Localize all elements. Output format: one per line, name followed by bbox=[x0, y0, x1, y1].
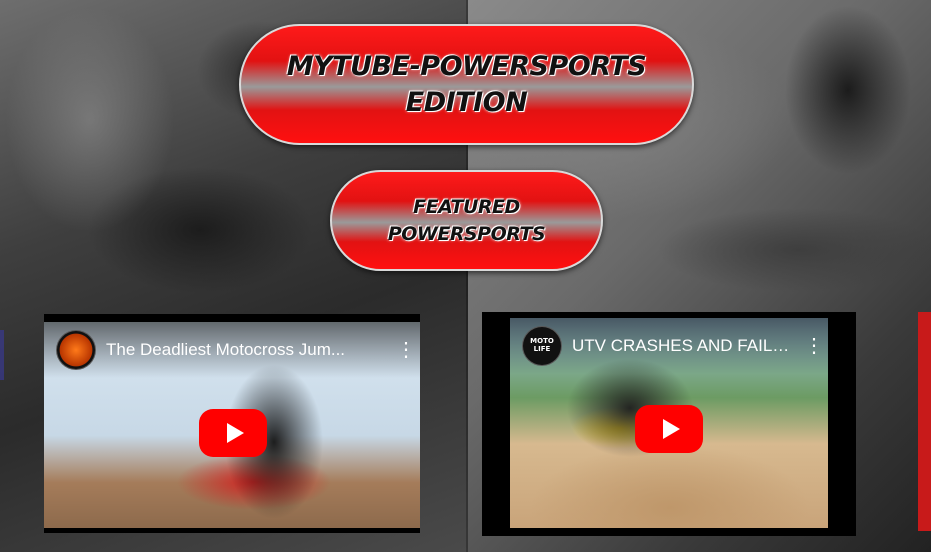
video-embed-3-partial[interactable] bbox=[918, 312, 931, 531]
more-vert-icon[interactable]: ⋮ bbox=[804, 336, 824, 356]
video-embed-1[interactable]: The Deadliest Motocross Jum... ⋮ bbox=[44, 314, 420, 533]
more-vert-icon[interactable]: ⋮ bbox=[396, 340, 416, 360]
channel-avatar[interactable]: MOTO LIFE bbox=[522, 326, 562, 366]
video-header: MOTO LIFE UTV CRASHES AND FAILS 20... ⋮ bbox=[510, 318, 828, 374]
video-embed-2[interactable]: MOTO LIFE UTV CRASHES AND FAILS 20... ⋮ bbox=[482, 312, 856, 536]
video-title[interactable]: UTV CRASHES AND FAILS 20... bbox=[572, 336, 794, 356]
youtube-play-icon[interactable] bbox=[199, 409, 267, 457]
video-title[interactable]: The Deadliest Motocross Jum... bbox=[106, 340, 386, 360]
channel-avatar[interactable] bbox=[56, 330, 96, 370]
video-header: The Deadliest Motocross Jum... ⋮ bbox=[44, 322, 420, 378]
video-thumbnail[interactable]: MOTO LIFE UTV CRASHES AND FAILS 20... ⋮ bbox=[510, 318, 828, 528]
site-title-banner: MYTUBE-POWERSPORTS EDITION bbox=[239, 24, 694, 145]
site-title: MYTUBE-POWERSPORTS EDITION bbox=[286, 51, 647, 118]
featured-section-banner: FEATURED POWERSPORTS bbox=[330, 170, 603, 271]
youtube-play-icon[interactable] bbox=[635, 405, 703, 453]
video-thumbnail[interactable]: The Deadliest Motocross Jum... ⋮ bbox=[44, 322, 420, 528]
featured-heading: FEATURED POWERSPORTS bbox=[387, 195, 546, 245]
edge-accent bbox=[0, 330, 4, 380]
